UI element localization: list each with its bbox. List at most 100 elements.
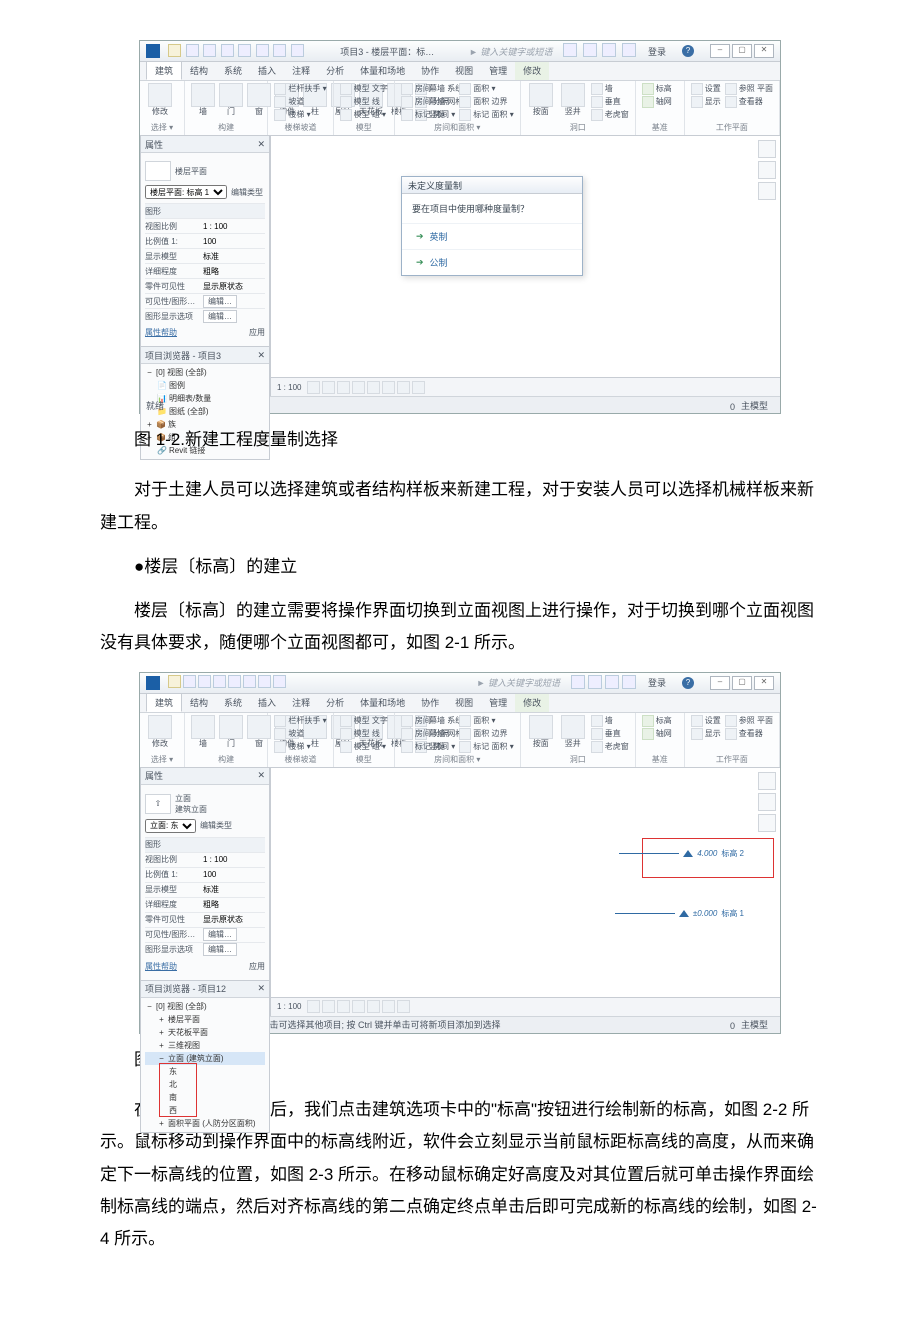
login-link[interactable]: 登录 [648,676,666,689]
area-button[interactable]: 面积 ▾ [459,83,513,95]
close-icon[interactable]: ✕ [257,350,265,361]
open-vert-button[interactable]: 垂直 [591,96,629,108]
viewer-button[interactable]: 查看器 [725,96,773,108]
room-sep-button[interactable]: 房间 分隔 [401,96,455,108]
properties-panel: 属性✕ 楼层平面 楼层平面: 标高 1 编辑类型 图形 视图比例1 : 100 … [140,136,270,347]
scale-display[interactable]: 1 : 100 [277,383,301,392]
grid-button[interactable]: 轴网 [642,96,678,108]
edit-type-button[interactable]: 编辑类型 [231,187,263,198]
drawing-canvas[interactable]: 未定义度量制 要在项目中使用哪种度量制？ ➔英制 ➔公制 1 : 100 [270,136,780,396]
browser-tree[interactable]: −[0] 视图 (全部) +楼层平面 +天花板平面 +三维视图 −立面 (建筑立… [141,998,269,1132]
tab-analyze[interactable]: 分析 [318,62,352,80]
infocenter[interactable] [568,675,636,691]
units-dialog: 未定义度量制 要在项目中使用哪种度量制？ ➔英制 ➔公制 [401,176,583,276]
area-bound-button[interactable]: 面积 边界 [459,96,513,108]
home-icon[interactable] [758,140,776,158]
stair-button[interactable]: 楼梯 ▾ [274,109,326,121]
login-link[interactable]: 登录 [648,45,666,58]
level-button[interactable]: 标高 [642,715,678,727]
tab-collab[interactable]: 协作 [413,62,447,80]
type-selector[interactable]: 立面: 东 [145,819,196,833]
edit-type-button[interactable]: 编辑类型 [200,820,232,831]
group-room: 房间 房间 分隔 标记 房间 ▾ 面积 ▾ 面积 边界 标记 面积 ▾ 房间和面… [395,81,521,135]
ramp-button[interactable]: 坡道 [274,96,326,108]
qat[interactable] [168,675,288,690]
view-controls[interactable] [758,772,776,832]
project-browser: 项目浏览器 - 项目12✕ −[0] 视图 (全部) +楼层平面 +天花板平面 … [140,981,270,1133]
room-tag-button[interactable]: 标记 房间 ▾ [401,109,455,121]
wheel-icon[interactable] [758,182,776,200]
modify-button[interactable]: 修改 [146,83,174,116]
properties-panel: 属性✕ ⇧立面 建筑立面 立面: 东编辑类型 图形 视图比例1 : 100 比例… [140,768,270,981]
tab-annotate[interactable]: 注释 [284,62,318,80]
ribbon-tabs[interactable]: 建筑 结构 系统 插入 注释 分析 体量和场地 协作 视图 管理 修改 [140,694,780,713]
tab-modify[interactable]: 修改 [515,62,549,80]
type-selector[interactable]: 楼层平面: 标高 1 [145,185,227,199]
minimize-button[interactable]: – [710,44,730,58]
close-icon[interactable]: ✕ [257,139,265,150]
filter-controls[interactable]: 0 [716,399,735,412]
close-button[interactable]: ✕ [754,676,774,690]
wp-show-button[interactable]: 显示 [691,96,721,108]
title-bar: 项目3 - 楼层平面：标… ► 键入关键字或短语 登录 ? – ▢ ✕ [140,41,780,62]
model-line-button[interactable]: 模型 线 [340,96,388,108]
infocenter[interactable] [560,43,636,59]
option-imperial[interactable]: ➔英制 [402,223,582,249]
model-group-button[interactable]: 模型 组 ▾ [340,109,388,121]
app-logo [146,676,160,690]
help-icon[interactable]: ? [682,45,694,57]
close-icon[interactable]: ✕ [257,770,265,781]
option-metric[interactable]: ➔公制 [402,249,582,275]
tab-struct[interactable]: 结构 [182,62,216,80]
door-button[interactable]: 门 [219,83,243,116]
view-control-bar[interactable]: 1 : 100 [271,997,780,1016]
room-button[interactable]: 房间 [401,83,455,95]
orbit-icon[interactable] [758,161,776,179]
open-dormer-button[interactable]: 老虎窗 [591,109,629,121]
ribbon-tabs[interactable]: 建筑 结构 系统 插入 注释 分析 体量和场地 协作 视图 管理 修改 [140,62,780,81]
tab-view[interactable]: 视图 [447,62,481,80]
model-text-button[interactable]: 模型 文字 [340,83,388,95]
tab-manage[interactable]: 管理 [481,62,515,80]
minimize-button[interactable]: – [710,676,730,690]
view-controls[interactable] [758,140,776,200]
drawing-canvas[interactable]: 4.000标高 2 ±0.000标高 1 1 : 100 [270,768,780,1016]
group-ramp: 栏杆扶手 ▾ 坡道 楼梯 ▾ 楼梯坡道 [268,81,333,135]
maximize-button[interactable]: ▢ [732,676,752,690]
window-buttons[interactable]: –▢✕ [710,676,774,690]
tab-sys[interactable]: 系统 [216,62,250,80]
open-wall-button[interactable]: 墙 [591,83,629,95]
type-name: 立面 建筑立面 [175,793,207,815]
window-buttons[interactable]: – ▢ ✕ [710,44,774,58]
modify-button[interactable]: 修改 [146,715,174,748]
tab-insert[interactable]: 插入 [250,62,284,80]
help-icon[interactable]: ? [682,677,694,689]
wp-set-button[interactable]: 设置 [691,83,721,95]
apply-button[interactable]: 应用 [249,327,265,338]
wall-button[interactable]: 墙 [191,83,215,116]
door-button[interactable]: 门 [219,715,243,748]
level-marker-1[interactable]: ±0.000标高 1 [615,908,744,919]
search-hint[interactable]: ► 键入关键字或短语 [469,45,552,58]
close-icon[interactable]: ✕ [257,983,265,994]
close-button[interactable]: ✕ [754,44,774,58]
wall-button[interactable]: 墙 [191,715,215,748]
maximize-button[interactable]: ▢ [732,44,752,58]
refplane-button[interactable]: 参照 平面 [725,83,773,95]
work-area: 属性✕ 楼层平面 楼层平面: 标高 1 编辑类型 图形 视图比例1 : 100 … [140,136,780,396]
tab-mass[interactable]: 体量和场地 [352,62,413,80]
prop-help-link[interactable]: 属性帮助 [145,327,177,338]
open-shaft-button[interactable]: 竖井 [559,83,587,116]
area-tag-button[interactable]: 标记 面积 ▾ [459,109,513,121]
level-marker-2[interactable]: 4.000标高 2 [619,848,744,859]
qat[interactable] [168,44,306,59]
level-button[interactable]: 标高 [642,83,678,95]
model-selector[interactable]: 主模型 [741,399,768,412]
railing-button[interactable]: 栏杆扶手 ▾ [274,83,326,95]
app-logo [146,44,160,58]
tab-arch[interactable]: 建筑 [146,693,182,712]
search-hint[interactable]: ► 键入关键字或短语 [477,676,560,689]
open-face-button[interactable]: 按面 [527,83,555,116]
tab-arch[interactable]: 建筑 [146,61,182,80]
view-control-bar[interactable]: 1 : 100 [271,377,780,396]
